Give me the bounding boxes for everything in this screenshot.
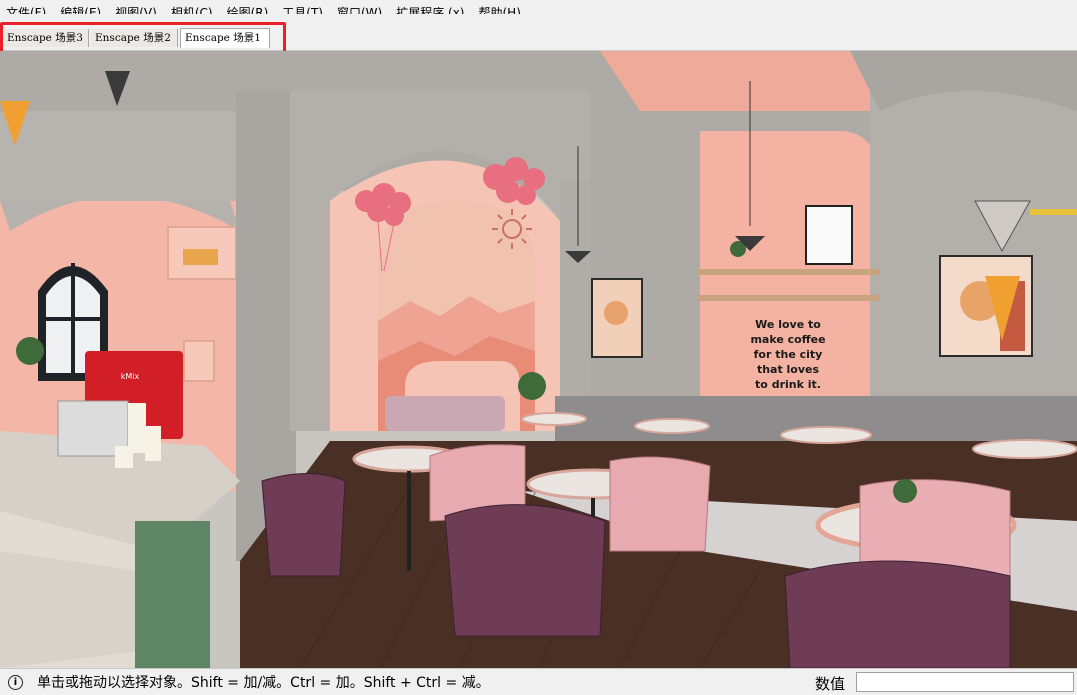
tab-scene-2[interactable]: Enscape 场景2 (91, 29, 178, 47)
shelf-upper (697, 269, 880, 275)
menu-help[interactable]: 帮助(H) (472, 0, 528, 14)
status-bar: i 单击或拖动以选择对象。Shift = 加/减。Ctrl = 加。Shift … (0, 668, 1077, 695)
wall-text-line-5: to drink it. (755, 378, 821, 391)
shelf-lower (697, 295, 880, 301)
measurements-input[interactable] (856, 672, 1074, 692)
tab-scene-1[interactable]: Enscape 场景1 (180, 28, 270, 48)
status-message: 单击或拖动以选择对象。Shift = 加/减。Ctrl = 加。Shift + … (37, 675, 490, 691)
model-viewport[interactable]: We love to make coffee for the city that… (0, 51, 1077, 668)
menu-window[interactable]: 窗口(W) (331, 0, 390, 14)
menu-camera[interactable]: 相机(C) (165, 0, 221, 14)
wall-text-line-2: make coffee (750, 333, 825, 346)
wall-text-line-4: that loves (757, 363, 820, 376)
measurements-label: 数值 (815, 675, 846, 693)
machine-brand-label: kMix (121, 372, 140, 381)
menu-file[interactable]: 文件(F) (0, 0, 54, 14)
menu-tools[interactable]: 工具(T) (276, 0, 331, 14)
ceiling-pink-panel (600, 51, 870, 111)
menu-extensions[interactable]: 扩展程序 (x) (390, 0, 472, 14)
menu-edit[interactable]: 编辑(E) (54, 0, 109, 14)
wall-text-line-1: We love to (755, 318, 821, 331)
instructor-info-icon[interactable]: i (8, 674, 23, 690)
menu-view[interactable]: 视图(V) (109, 0, 165, 14)
yellow-rail (1030, 209, 1077, 215)
counter-green-front (135, 521, 210, 668)
framed-art-small (805, 205, 853, 265)
wall-text-line-3: for the city (754, 348, 823, 361)
tab-scene-3[interactable]: Enscape 场景3 (3, 29, 89, 47)
menu-bar: 文件(F) 编辑(E) 视图(V) 相机(C) 绘图(R) 工具(T) 窗口(W… (0, 0, 1077, 14)
menu-draw[interactable]: 绘图(R) (221, 0, 277, 14)
scene-render: We love to make coffee for the city that… (0, 51, 1077, 668)
scene-tabs-bar: Enscape 场景3 Enscape 场景2 Enscape 场景1 (0, 26, 1077, 51)
